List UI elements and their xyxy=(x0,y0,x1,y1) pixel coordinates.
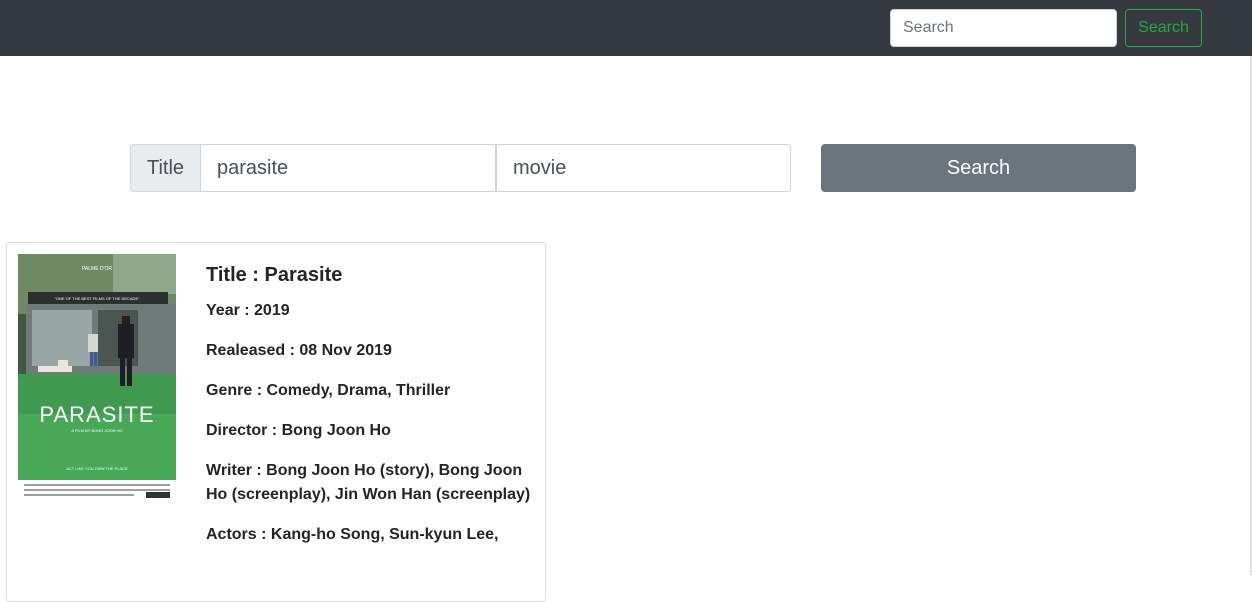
movie-actors: Actors : Kang-ho Song, Sun-kyun Lee, xyxy=(206,526,499,543)
search-form: Title xyxy=(130,144,791,192)
title-input[interactable] xyxy=(201,144,496,192)
movie-writer: Writer : Bong Joon Ho (story), Bong Joon… xyxy=(206,462,531,503)
movie-genre: Genre : Comedy, Drama, Thriller xyxy=(206,382,451,399)
movie-poster: PALME D'OR "ONE OF THE BEST FILMS OF THE… xyxy=(18,254,176,502)
movie-card: PALME D'OR "ONE OF THE BEST FILMS OF THE… xyxy=(6,242,546,602)
movie-released: Realeased : 08 Nov 2019 xyxy=(206,342,392,359)
title-prefix-label: Title xyxy=(130,144,201,192)
svg-text:PARASITE: PARASITE xyxy=(39,402,154,427)
search-button[interactable]: Search xyxy=(821,144,1136,192)
navbar-search-button[interactable]: Search xyxy=(1125,9,1202,47)
movie-director: Director : Bong Joon Ho xyxy=(206,422,391,439)
movie-year: Year : 2019 xyxy=(206,302,290,319)
type-input[interactable] xyxy=(496,144,791,192)
navbar: Search xyxy=(0,0,1252,56)
svg-text:PALME D'OR: PALME D'OR xyxy=(82,266,112,272)
svg-text:ACT LIKE YOU OWN THE PLACE: ACT LIKE YOU OWN THE PLACE xyxy=(66,466,128,471)
movie-info: Title : Parasite Year : 2019 Realeased :… xyxy=(206,263,531,563)
movie-title: Title : Parasite xyxy=(206,264,343,286)
svg-text:A FILM BY BONG JOON HO: A FILM BY BONG JOON HO xyxy=(71,428,122,433)
navbar-search-input[interactable] xyxy=(890,9,1117,47)
svg-text:"ONE OF THE BEST FILMS OF THE: "ONE OF THE BEST FILMS OF THE DECADE" xyxy=(54,296,140,301)
